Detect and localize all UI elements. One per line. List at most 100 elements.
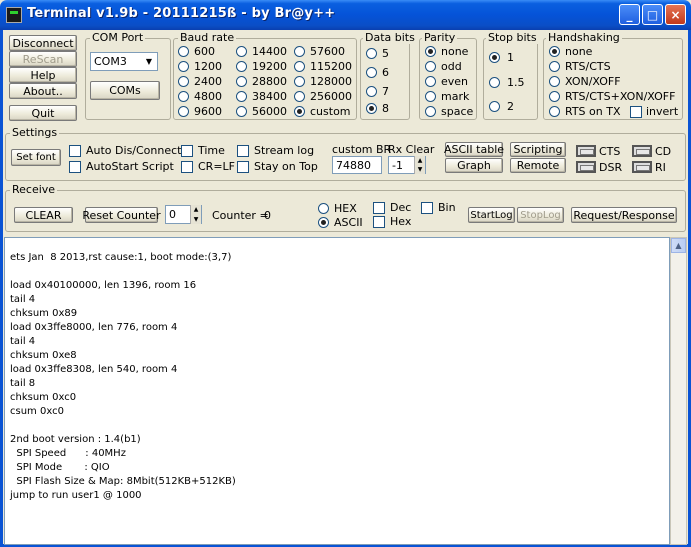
baud-57600-label: 57600 [310,45,345,58]
help-button[interactable]: Help [9,67,77,83]
set-font-button[interactable]: Set font [11,149,61,166]
parity-mark-radio[interactable] [425,91,436,102]
terminal-line: chksum 0xc0 [10,392,77,403]
handshaking-rts-on-tx-label: RTS on TX [565,105,621,118]
terminal-line: chksum 0x89 [10,308,78,319]
baud-19200-radio[interactable] [236,61,247,72]
request-response-button[interactable]: Request/Response [571,207,677,223]
handshaking-xon-xoff-radio[interactable] [549,76,560,87]
handshaking-none-radio[interactable] [549,46,560,57]
dec-checkbox[interactable] [373,202,385,214]
dsr-label: DSR [599,161,623,174]
baud-57600-radio[interactable] [294,46,305,57]
close-button[interactable]: × [665,4,686,25]
baud-2400-radio[interactable] [178,76,189,87]
about-button[interactable]: About.. [9,83,77,99]
terminal-scrollbar[interactable]: ▲ [670,237,687,545]
baud-rate-title: Baud rate [178,31,237,44]
startlog-button[interactable]: StartLog [468,207,515,223]
terminal-line: 2nd boot version : 1.4(b1) [10,434,141,445]
auto-dis-connect-checkbox[interactable] [69,145,81,157]
data-bits-6-radio[interactable] [366,67,377,78]
data-bits-5-radio[interactable] [366,48,377,59]
quit-button[interactable]: Quit [9,105,77,121]
invert-label: invert [646,105,679,118]
counter-stepper[interactable]: 0 ▲ ▼ [165,205,202,224]
cr-lf-checkbox[interactable] [181,161,193,173]
maximize-button[interactable]: □ [642,4,663,25]
terminal-output[interactable]: ets Jan 8 2013,rst cause:1, boot mode:(3… [4,237,670,545]
stop-bits-1-5-radio[interactable] [489,77,500,88]
com-port-select[interactable]: COM3 ▼ [90,52,158,71]
stop-bits-1-label: 1 [507,51,514,64]
reset-counter-button[interactable]: Reset Counter [82,207,161,223]
graph-button[interactable]: Graph [445,158,503,173]
cd-label: CD [655,145,672,158]
baud-14400-radio[interactable] [236,46,247,57]
baud-256000-radio[interactable] [294,91,305,102]
baud-9600-radio[interactable] [178,106,189,117]
stop-bits-1-5-label: 1.5 [507,76,525,89]
spin-down-icon[interactable]: ▼ [191,214,201,224]
custom-br-input[interactable]: 74880 [332,156,382,174]
com-port-value: COM3 [94,55,127,68]
settings-title: Settings [10,126,60,139]
scripting-button[interactable]: Scripting [510,142,566,157]
stoplog-button[interactable]: StopLog [517,207,564,223]
baud-4800-radio[interactable] [178,91,189,102]
title-bar[interactable]: Terminal v1.9b - 20111215ß - by Br@y++ _… [0,0,691,30]
stream-log-checkbox[interactable] [237,145,249,157]
minimize-button[interactable]: _ [619,4,640,25]
stop-bits-2-radio[interactable] [489,101,500,112]
baud-115200-radio[interactable] [294,61,305,72]
hex-checkbox-label: Hex [390,215,412,228]
rx-clear-stepper[interactable]: -1 ▲ ▼ [388,156,426,174]
disconnect-button[interactable]: Disconnect [9,35,77,51]
handshaking-title: Handshaking [546,31,622,44]
hex-checkbox[interactable] [373,216,385,228]
baud-38400-radio[interactable] [236,91,247,102]
time-checkbox[interactable] [181,145,193,157]
baud-28800-radio[interactable] [236,76,247,87]
parity-none-radio[interactable] [425,46,436,57]
remote-button[interactable]: Remote [510,158,566,173]
baud-custom-radio[interactable] [294,106,305,117]
parity-space-radio[interactable] [425,106,436,117]
data-bits-title: Data bits [363,31,417,44]
data-bits-7-radio[interactable] [366,86,377,97]
baud-56000-radio[interactable] [236,106,247,117]
baud-128000-radio[interactable] [294,76,305,87]
parity-odd-radio[interactable] [425,61,436,72]
hex-radio[interactable] [318,203,329,214]
baud-600-radio[interactable] [178,46,189,57]
stop-bits-1-radio[interactable] [489,52,500,63]
spin-up-icon[interactable]: ▲ [415,156,425,165]
data-bits-8-radio[interactable] [366,103,377,114]
coms-button[interactable]: COMs [90,81,160,100]
clear-button[interactable]: CLEAR [14,207,73,223]
spin-up-icon[interactable]: ▲ [191,205,201,215]
ascii-table-button[interactable]: ASCII table [444,142,504,157]
stream-log-label: Stream log [254,144,315,157]
parity-even-radio[interactable] [425,76,436,87]
ascii-radio[interactable] [318,217,329,228]
invert-checkbox[interactable] [630,106,642,118]
stay-on-top-checkbox[interactable] [237,161,249,173]
counter-spin[interactable]: ▲ ▼ [190,205,201,224]
rx-clear-spin[interactable]: ▲ ▼ [414,156,425,174]
autostart-script-checkbox[interactable] [69,161,81,173]
baud-115200-label: 115200 [310,60,352,73]
chevron-down-icon[interactable]: ▼ [141,53,157,70]
handshaking-rts-on-tx-radio[interactable] [549,106,560,117]
baud-1200-radio[interactable] [178,61,189,72]
spin-down-icon[interactable]: ▼ [415,165,425,174]
scroll-up-icon[interactable]: ▲ [671,238,686,253]
cd-led [632,145,652,157]
bin-checkbox[interactable] [421,202,433,214]
handshaking-rts-cts-radio[interactable] [549,61,560,72]
rescan-button[interactable]: ReScan [9,51,77,67]
handshaking-rts-cts-xon-xoff-radio[interactable] [549,91,560,102]
terminal-line: ets Jan 8 2013,rst cause:1, boot mode:(3… [10,252,232,263]
stop-bits-2-label: 2 [507,100,514,113]
terminal-line: SPI Mode : QIO [10,462,110,473]
